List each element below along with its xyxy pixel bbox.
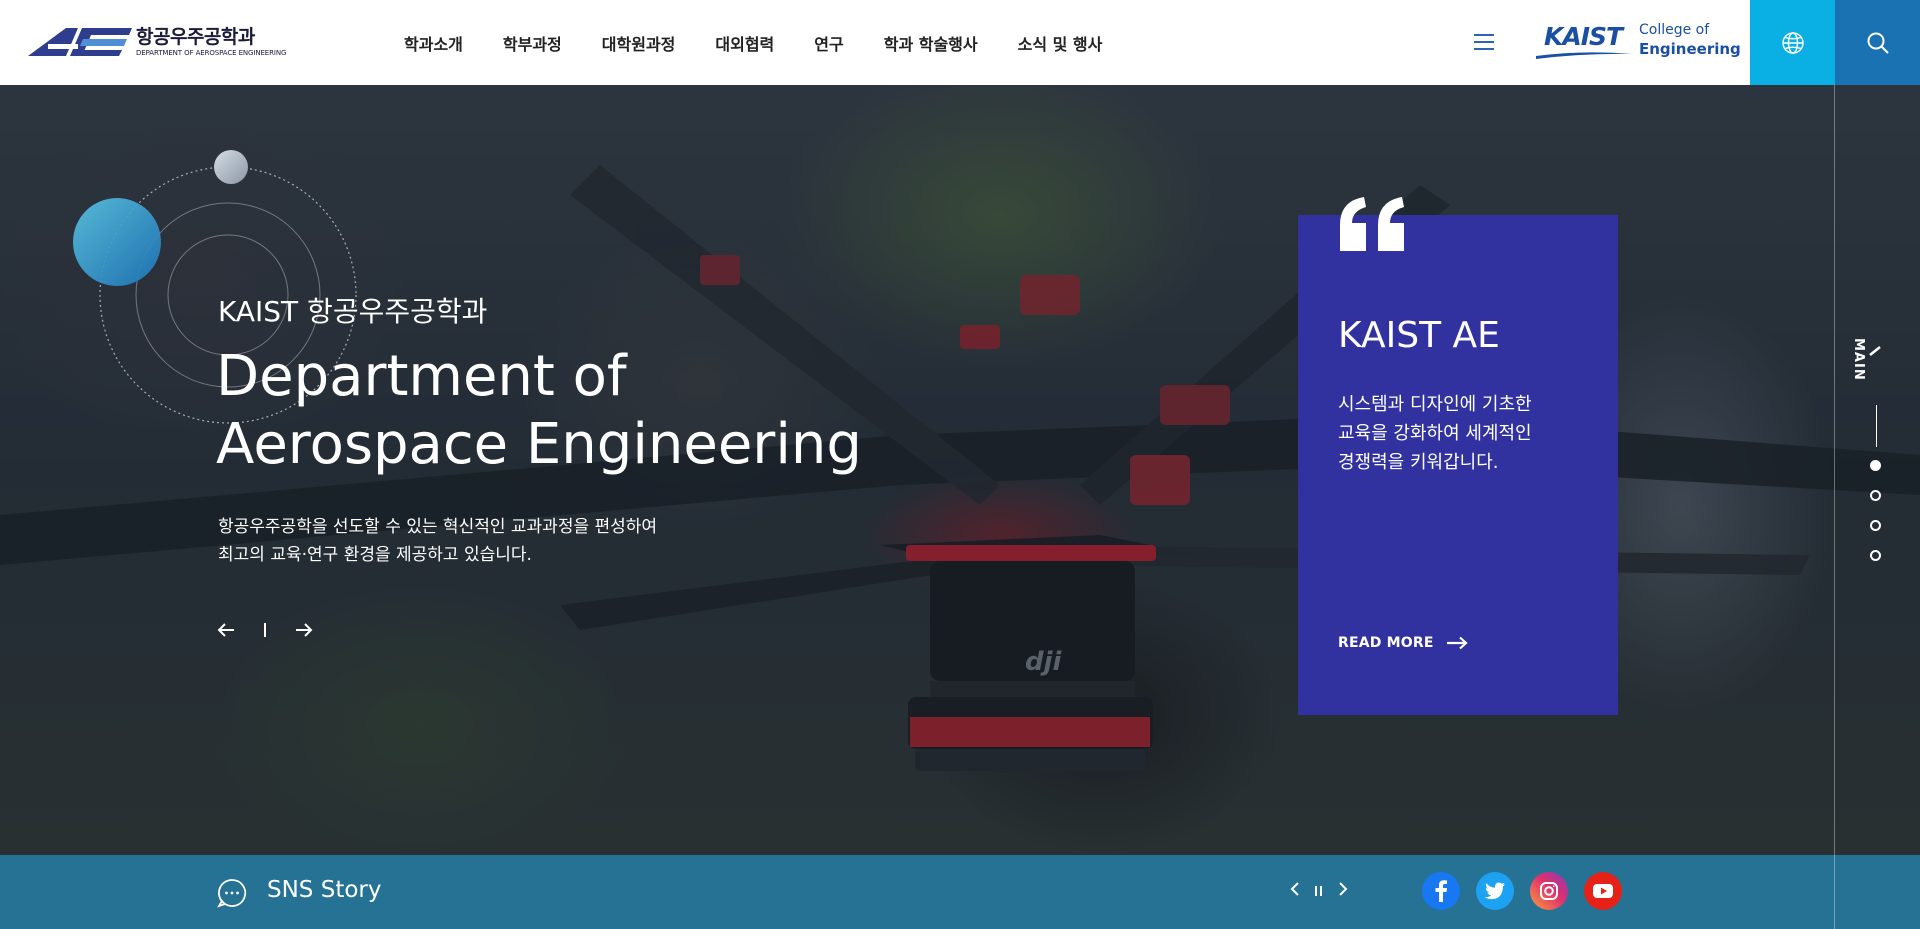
read-more-link[interactable]: READ MORE [1338, 635, 1468, 651]
sns-slide-controls [1290, 881, 1348, 901]
logo-english-name: DEPARTMENT OF AEROSPACE ENGINEERING [136, 49, 287, 57]
instagram-icon[interactable] [1530, 872, 1568, 910]
hero-slider: dji KAIST 항공우주공학과 Department of Aerospac… [0, 85, 1920, 855]
kaist-swoosh-icon [1536, 52, 1632, 59]
language-button[interactable] [1750, 0, 1835, 85]
nav-item-research[interactable]: 연구 [794, 31, 863, 55]
nav-item-graduate[interactable]: 대학원과정 [582, 31, 696, 55]
globe-icon [1781, 31, 1804, 54]
long-arrow-right-icon [1446, 636, 1468, 650]
intro-card: KAIST AE 시스템과 디자인에 기초한 교육을 강화하여 세계적인 경쟁력… [1298, 215, 1618, 715]
hero-description-line-2: 최고의 교육·연구 환경을 제공하고 있습니다. [218, 545, 532, 565]
chevron-right-icon[interactable] [1338, 881, 1348, 901]
pause-icon[interactable] [1314, 882, 1324, 901]
logo-korean-name: 항공우주공학과 [136, 26, 255, 48]
main-nav: 학과소개 학부과정 대학원과정 대외협력 연구 학과 학술행사 소식 및 행사 [384, 0, 1122, 85]
nav-item-cooperation[interactable]: 대외협력 [695, 31, 794, 55]
quote-icon [1340, 197, 1404, 251]
rail-vertical-line [1876, 405, 1877, 447]
facebook-icon[interactable] [1422, 872, 1460, 910]
nav-item-news-events[interactable]: 소식 및 행사 [998, 31, 1123, 55]
pagination-dot-4[interactable] [1870, 550, 1881, 561]
nav-item-academic-events[interactable]: 학과 학술행사 [864, 31, 998, 55]
slide-pagination [1870, 460, 1881, 561]
card-title: KAIST AE [1338, 315, 1500, 356]
card-text-line-2: 교육을 강화하여 세계적인 [1338, 423, 1532, 444]
pagination-dot-2[interactable] [1870, 490, 1881, 501]
college-of-label: College of [1639, 22, 1710, 38]
chat-bubble-icon [216, 879, 247, 908]
nav-item-about[interactable]: 학과소개 [384, 31, 483, 55]
hero-description-line-1: 항공우주공학을 선도할 수 있는 혁신적인 교과과정을 편성하여 [218, 517, 658, 537]
hero-title-line-2: Aerospace Engineering [216, 412, 862, 477]
hero-description: 항공우주공학을 선도할 수 있는 혁신적인 교과과정을 편성하여 최고의 교육·… [218, 513, 657, 569]
pencil-icon [1869, 346, 1881, 356]
hero-title: Department of Aerospace Engineering [216, 343, 862, 479]
chevron-left-icon[interactable] [1290, 881, 1300, 901]
kaist-wordmark: KAIST [1544, 22, 1623, 51]
nav-item-undergraduate[interactable]: 학부과정 [483, 31, 582, 55]
ae-logo-icon [28, 28, 132, 56]
hero-slide-controls [216, 620, 314, 640]
pagination-dot-3[interactable] [1870, 520, 1881, 531]
rail-main-label: MAIN [1851, 338, 1866, 381]
sns-story-bar: SNS Story [0, 855, 1920, 929]
engineering-label: Engineering [1639, 40, 1741, 58]
twitter-icon[interactable] [1476, 872, 1514, 910]
card-text-line-3: 경쟁력을 키워갑니다. [1338, 452, 1499, 473]
card-text-line-1: 시스템과 디자인에 기초한 [1338, 394, 1532, 415]
hamburger-icon[interactable] [1474, 28, 1500, 56]
arrow-right-icon[interactable] [294, 620, 314, 640]
hero-subtitle: KAIST 항공우주공학과 [218, 295, 488, 328]
sns-story-title: SNS Story [267, 877, 382, 903]
hero-title-line-1: Department of [216, 344, 627, 409]
social-links [1422, 872, 1622, 910]
youtube-icon[interactable] [1584, 872, 1622, 910]
read-more-label: READ MORE [1338, 635, 1434, 651]
search-icon [1867, 32, 1889, 54]
site-header: 항공우주공학과 DEPARTMENT OF AEROSPACE ENGINEER… [0, 0, 1920, 85]
card-text: 시스템과 디자인에 기초한 교육을 강화하여 세계적인 경쟁력을 키워갑니다. [1338, 390, 1532, 477]
department-logo[interactable]: 항공우주공학과 DEPARTMENT OF AEROSPACE ENGINEER… [26, 22, 288, 62]
search-button[interactable] [1835, 0, 1920, 85]
pagination-dot-1[interactable] [1870, 460, 1881, 471]
right-rail-divider [1834, 85, 1835, 929]
slide-controls-divider [264, 623, 266, 637]
kaist-college-logo[interactable]: KAIST College of Engineering [1536, 20, 1741, 64]
arrow-left-icon[interactable] [216, 620, 236, 640]
